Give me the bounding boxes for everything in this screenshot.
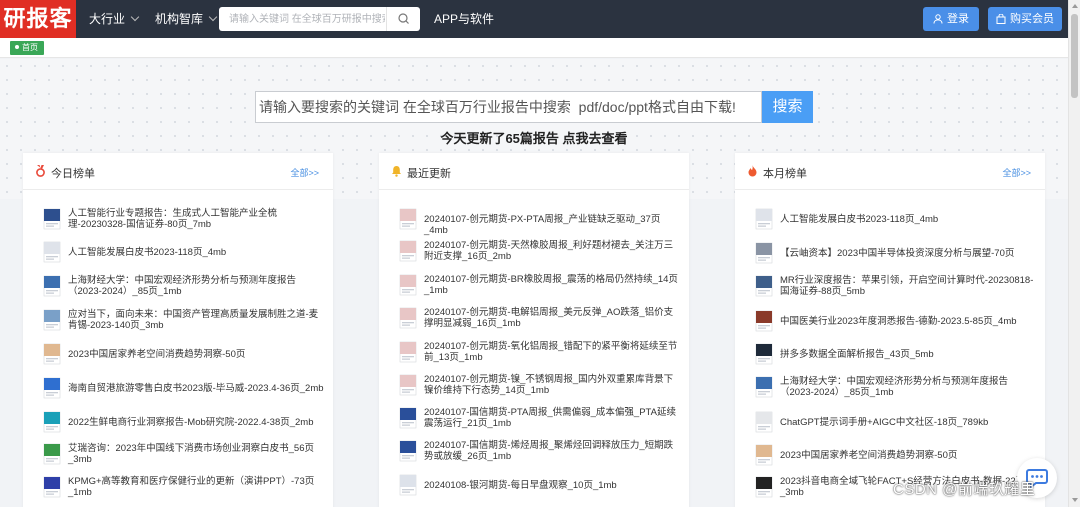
- report-cover-icon: [753, 208, 775, 230]
- card-title: 最近更新: [407, 168, 451, 180]
- breadcrumb: 首页: [0, 38, 1068, 58]
- report-cover-icon: [753, 476, 775, 498]
- report-title: 艾瑞咨询：2023年中国线下消费市场创业洞察白皮书_56页_3mb: [68, 443, 314, 465]
- report-cover-icon: [397, 374, 419, 396]
- report-title: 应对当下，面向未来：中国资产管理高质量发展制胜之道-麦肯锡-2023-140页_…: [68, 309, 319, 331]
- card-today-ranking: 今日榜单 全部>> 人工智能行业专题报告：生成式人工智能产业全梳理-202303…: [23, 153, 333, 507]
- nav-industry-label: 大行业: [89, 12, 126, 26]
- report-title: 2023中国居家养老空间消费趋势洞察-50页: [780, 450, 958, 461]
- report-cover-icon: [753, 411, 775, 433]
- bag-icon: [996, 13, 1006, 24]
- report-title: 20240107-国信期货-PTA周报_供需偏弱_成本偏强_PTA延续震荡运行_…: [424, 407, 676, 429]
- card-title: 本月榜单: [763, 168, 807, 180]
- card-title: 今日榜单: [51, 168, 95, 180]
- report-title: 20240107-创元期货-电解铝周报_美元反弹_AO跌落_铝价支撑明显减弱_1…: [424, 307, 674, 329]
- chevron-down-icon: [208, 12, 218, 22]
- breadcrumb-home[interactable]: 首页: [10, 41, 44, 55]
- report-cover-icon: [753, 444, 775, 466]
- report-title: 【云岫资本】2023中国半导体投资深度分析与展望-70页: [780, 248, 1015, 259]
- report-title: 人工智能发展白皮书2023-118页_4mb: [68, 247, 227, 258]
- report-cover-icon: [397, 341, 419, 363]
- search-icon: [398, 13, 409, 24]
- report-cover-icon: [753, 376, 775, 398]
- nav-institutions-menu[interactable]: 机构智库: [155, 0, 218, 38]
- card-monthly-ranking: 本月榜单 全部>> 人工智能发展白皮书2023-118页_4mb 【云岫资本】2…: [735, 153, 1045, 507]
- nav-search-input[interactable]: [219, 7, 385, 31]
- report-cover-icon: [41, 309, 63, 331]
- report-title: 20240107-创元期货-镍_不锈钢周报_国内外双重累库背景下镍价维持下行态势…: [424, 374, 674, 396]
- main-search-button[interactable]: 搜索: [762, 91, 813, 123]
- report-cover-icon: [397, 208, 419, 230]
- report-cover-icon: [397, 407, 419, 429]
- report-title: 20240107-创元期货-天然橡胶周报_利好题材褪去_关注万三附近支撑_16页…: [424, 240, 674, 262]
- nav-institutions-label: 机构智库: [155, 12, 204, 26]
- report-title: 20240107-创元期货-PX-PTA周报_产业链缺乏驱动_37页_4mb: [424, 214, 661, 236]
- report-title: KPMG+高等教育和医疗保健行业的更新（演讲PPT）-73页_1mb: [68, 476, 315, 498]
- report-cover-icon: [41, 377, 63, 399]
- report-cover-icon: [397, 274, 419, 296]
- login-label: 登录: [947, 13, 969, 25]
- card-header: 今日榜单 全部>>: [23, 153, 333, 190]
- report-title: 拼多多数据全面解析报告_43页_5mb: [780, 349, 934, 360]
- breadcrumb-home-label: 首页: [22, 43, 38, 52]
- card-recent-updates: 最近更新 20240107-创元期货-PX-PTA周报_产业链缺乏驱动_37页_…: [379, 153, 689, 507]
- watermark: CSDN @前端玖耀里: [893, 481, 1036, 498]
- report-cover-icon: [41, 241, 63, 263]
- report-cover-icon: [753, 310, 775, 332]
- bell-icon: [392, 166, 401, 177]
- nav-industry-menu[interactable]: 大行业: [89, 0, 140, 38]
- user-icon: [933, 14, 943, 24]
- report-cover-icon: [41, 343, 63, 365]
- site-logo[interactable]: 研报客: [0, 0, 76, 38]
- main-search-box: [255, 91, 762, 123]
- scroll-up-icon[interactable]: [1072, 4, 1078, 8]
- report-cover-icon: [41, 443, 63, 465]
- report-cover-icon: [397, 474, 419, 496]
- medal-icon: [36, 165, 45, 177]
- report-title: 海南自贸港旅游零售白皮书2023版-毕马威-2023.4-36页_2mb: [68, 383, 324, 394]
- report-cover-icon: [41, 275, 63, 297]
- chevron-down-icon: [130, 12, 140, 22]
- view-all-link[interactable]: 全部>>: [290, 166, 319, 179]
- scrollbar[interactable]: [1068, 0, 1080, 507]
- report-title: 人工智能发展白皮书2023-118页_4mb: [780, 214, 939, 225]
- update-notice-link[interactable]: 今天更新了65篇报告 点我去查看: [0, 128, 1068, 147]
- report-cover-icon: [397, 240, 419, 262]
- report-title: 中国医美行业2023年度洞悉报告-德勤-2023.5-85页_4mb: [780, 316, 1017, 327]
- report-title: MR行业深度报告：苹果引领，开启空间计算时代-20230818-国海证券-88页…: [780, 275, 1034, 297]
- report-title: 人工智能行业专题报告：生成式人工智能产业全梳理-20230328-国信证券-80…: [68, 208, 278, 230]
- report-cover-icon: [41, 476, 63, 498]
- view-all-link[interactable]: 全部>>: [1002, 166, 1031, 179]
- report-cover-icon: [397, 307, 419, 329]
- card-header: 最近更新: [379, 153, 689, 190]
- nav-app-link[interactable]: APP与软件: [434, 0, 494, 38]
- report-cover-icon: [753, 242, 775, 264]
- report-title: 20240108-银河期货-每日早盘观察_10页_1mb: [424, 480, 617, 491]
- report-cover-icon: [41, 411, 63, 433]
- report-cover-icon: [753, 275, 775, 297]
- top-navbar: 研报客 大行业 机构智库 APP与软件 登录 购买会员: [0, 0, 1068, 38]
- login-button[interactable]: 登录: [923, 7, 979, 31]
- report-title: 20240107-创元期货-BR橡胶周报_震荡的格局仍然持续_14页_1mb: [424, 274, 678, 296]
- main-search-input[interactable]: [256, 92, 761, 122]
- fire-icon: [748, 165, 757, 177]
- report-cover-icon: [753, 343, 775, 365]
- report-cover-icon: [397, 440, 419, 462]
- dot-icon: [15, 45, 19, 49]
- scroll-down-icon[interactable]: [1072, 498, 1078, 502]
- buy-member-button[interactable]: 购买会员: [988, 7, 1062, 31]
- report-title: 上海财经大学：中国宏观经济形势分析与预测年度报告（2023-2024）_85页_…: [780, 376, 1009, 398]
- report-title: 2023中国居家养老空间消费趋势洞察-50页: [68, 349, 246, 360]
- report-title: 20240107-国信期货-烯烃周报_聚烯烃回调释放压力_短期跌势或放缓_26页…: [424, 440, 674, 462]
- report-title: 20240107-创元期货-氧化铝周报_错配下的紧平衡将延续至节前_13页_1m…: [424, 341, 678, 363]
- report-title: 上海财经大学：中国宏观经济形势分析与预测年度报告（2023-2024）_85页_…: [68, 275, 297, 297]
- scrollbar-thumb[interactable]: [1071, 14, 1078, 98]
- nav-search-button[interactable]: [386, 7, 420, 31]
- report-title: 2022生鲜电商行业洞察报告-Mob研究院-2022.4-38页_2mb: [68, 417, 314, 428]
- report-cover-icon: [41, 208, 63, 230]
- nav-search-box: [219, 7, 420, 31]
- report-title: ChatGPT提示词手册+AIGC中文社区-18页_789kb: [780, 417, 989, 428]
- buy-member-label: 购买会员: [1010, 13, 1054, 25]
- card-header: 本月榜单 全部>>: [735, 153, 1045, 190]
